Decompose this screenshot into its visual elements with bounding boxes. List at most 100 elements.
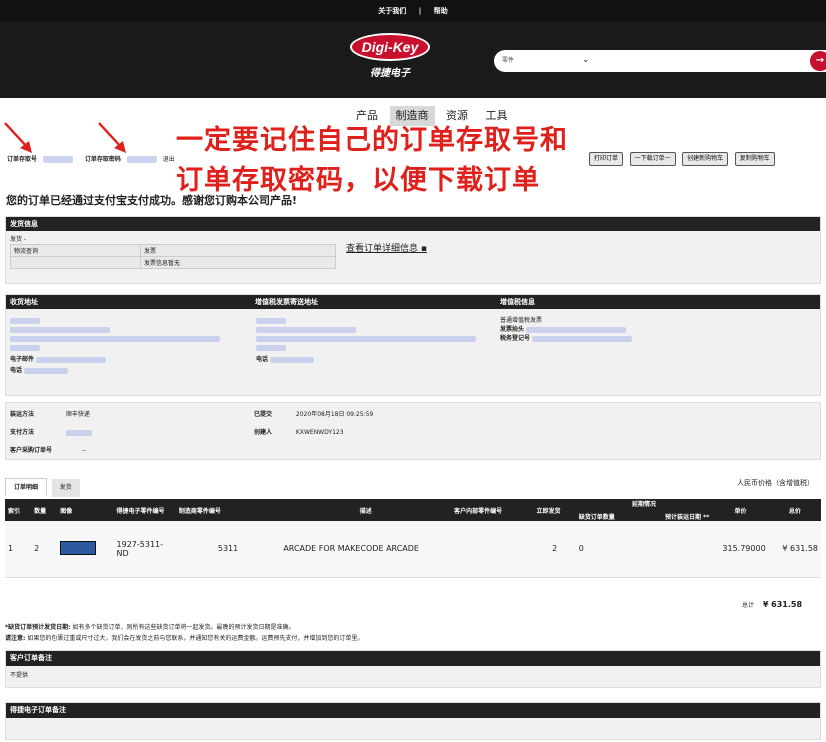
backorder-note-text: 如有多个缺货订单，则所有这些缺货订单将一起发货。最晚的预计发货日期是准确。 [72,624,295,631]
redacted-title [525,326,626,333]
row-mfr-part: 5311 [175,521,281,578]
shipping-info-header: 发货信息 [6,217,820,231]
col-dk-part: 得捷电子零件编号 [113,499,176,521]
print-order-button[interactable]: 打印订单 [589,152,624,166]
dk-notes-body [6,718,820,735]
currency-note: 人民币价格（含增值税） [737,479,814,487]
col-ship-now: 立即发货 [533,499,576,521]
vat-info: 普通增值税发票 发票抬头 税务登记号 [500,315,700,342]
download-order-button[interactable]: 一下载订单一 [629,152,676,166]
redacted-line [256,345,286,351]
view-order-details-label: 查看订单详细信息 [346,244,419,254]
row-desc: ARCADE FOR MAKECODE ARCADE [280,521,452,578]
submitted-label: 已提交 [254,411,273,418]
phone-label: 电话 [10,367,23,374]
view-order-details-link[interactable]: 查看订单详细信息 ▪ [346,241,427,254]
row-backorder: 0 [575,521,713,578]
row-total: ¥ 631.58 [768,521,821,578]
col-image: 图像 [57,499,114,521]
about-us-link[interactable]: 关于我们 [378,7,406,15]
redacted-email [35,356,106,363]
submitted-value: 2020年08月18日 09:25:59 [295,411,374,418]
order-password-value [126,156,157,163]
logo-mark: Digi-Key [350,33,430,61]
grand-total-label: 总计 [742,602,755,609]
backorder-header: 延期情况 [632,501,657,508]
backorder-subheaders: 缺货订单数量 预计装运日期 ** [579,512,710,521]
order-items-table: 索引 数量 图像 得捷电子零件编号 制造商零件编号 描述 客户内部零件编号 立即… [5,499,821,578]
order-notes-text: *缺货订单预计发货日期: 如有多个缺货订单，则所有这些缺货订单将一起发货。最晚的… [5,622,363,644]
address-header: 收货地址 增值税发票寄送地址 增值税信息 [6,295,820,309]
row-image [57,521,114,578]
row-customer-part [451,521,534,578]
topbar-separator: | [418,7,422,15]
redacted-line [10,336,220,342]
vat-invoice-address: 电话 [256,315,486,363]
help-link[interactable]: 帮助 [434,7,448,15]
customer-notes-header: 客户订单备注 [6,651,820,666]
order-tabs: 订单明细 发货 [5,478,82,497]
ship-method-label: 装运方法 [10,411,35,418]
shipping-address-header: 收货地址 [10,298,38,306]
search-bar[interactable]: 零件 ⌄ [494,50,826,72]
logout-link[interactable]: 退出 [163,156,175,163]
row-index: 1 [5,521,32,578]
tab-order-details[interactable]: 订单明细 [5,478,48,496]
dk-notes-header: 得捷电子订单备注 [6,703,820,718]
redacted-pay-method [65,429,92,436]
tax-id-label: 税务登记号 [500,335,531,342]
customer-notes-body: 不提供 [10,672,29,679]
vat-type: 普通增值税发票 [500,317,543,324]
logistics-query-cell[interactable]: 物流查询 [10,244,141,257]
redacted-line [256,336,476,342]
shipment-row-label: 发货 - [10,236,27,243]
tab-shipping[interactable]: 发货 [51,479,80,497]
po-row: 客户采购订单号 -- [10,445,86,454]
row-dk-part[interactable]: 1927-5311-ND [113,521,176,578]
order-access-value [42,156,73,163]
attention-text: 如果您的包裹过重或尺寸过大，我们会在发货之前与您联系，并通知您有关的运费金额。运… [27,635,364,642]
creator-value: KXWENWDY123 [295,429,344,436]
redacted-line [10,318,40,324]
invoice-cell: 发票 [140,244,336,257]
copy-cart-button[interactable]: 复制购物车 [734,152,775,166]
annotation-arrow-2 [98,122,126,153]
vat-invoice-address-header: 增值税发票寄送地址 [255,298,318,306]
product-thumbnail[interactable] [60,540,97,555]
shipping-address: 电子邮件 电话 [10,315,230,374]
dk-notes-section: 得捷电子订单备注 [5,702,821,740]
shipment-table: 物流查询 发票 发票信息暂无 [10,244,336,269]
est-ship-header: 预计装运日期 ** [665,514,710,521]
top-utility-bar: 关于我们 | 帮助 [0,0,826,22]
col-qty: 数量 [31,499,58,521]
ship-method-value: 顺丰快递 [65,411,90,418]
grand-total: 总计 ¥ 631.58 [742,600,802,609]
creator-label: 创建人 [254,429,273,436]
table-row: 1 2 1927-5311-ND 5311 ARCADE FOR MAKECOD… [5,521,821,578]
chevron-down-icon[interactable]: ⌄ [582,55,590,65]
backorder-qty-header: 缺货订单数量 [578,514,615,521]
redacted-tax-id [531,335,632,342]
invoice-title-label: 发票抬头 [500,326,525,333]
submitted-row: 已提交 2020年08月18日 09:25:59 [254,409,373,418]
invoice-none-cell: 发票信息暂无 [140,256,336,269]
create-cart-button[interactable]: 创建新购物车 [682,152,729,166]
search-category-select[interactable]: 零件 [502,50,514,72]
search-button[interactable]: → [810,51,826,71]
address-section: 收货地址 增值税发票寄送地址 增值税信息 电子邮件 电话 电话 普通增值税发票 … [5,294,821,396]
email-label: 电子邮件 [10,356,35,363]
digikey-logo[interactable]: Digi-Key 得捷电子 [348,30,432,79]
attention-label: 请注意: [5,635,26,642]
shipping-info-section: 发货信息 发货 - 物流查询 发票 发票信息暂无 查看订单详细信息 ▪ [5,216,821,284]
order-meta-section: 装运方法 顺丰快递 支付方法 客户采购订单号 -- 已提交 2020年08月18… [5,402,821,460]
creator-row: 创建人 KXWENWDY123 [254,427,344,436]
redacted-phone [269,356,314,363]
order-access-label: 订单存取号 [7,156,38,163]
redacted-line [10,345,40,351]
row-ship-now: 2 [533,521,576,578]
row-qty: 2 [31,521,58,578]
po-label: 客户采购订单号 [10,447,53,454]
pay-method-label: 支付方法 [10,429,35,436]
empty-cell [10,256,141,269]
annotation-arrow-1 [4,122,32,153]
